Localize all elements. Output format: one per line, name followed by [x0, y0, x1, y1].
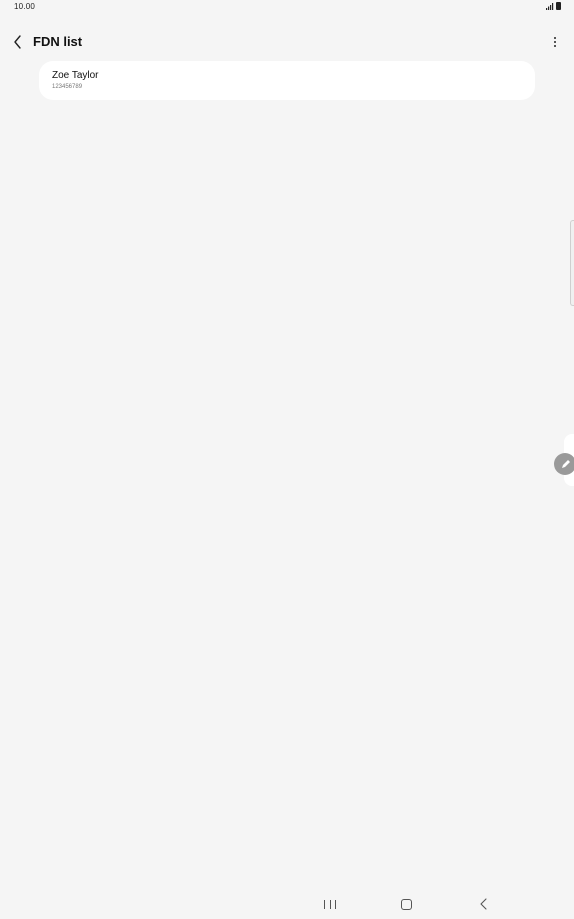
navigation-bar	[0, 891, 574, 919]
page-title: FDN list	[33, 34, 83, 49]
home-button[interactable]	[401, 899, 412, 910]
edge-panel-handle[interactable]	[570, 220, 574, 306]
more-vertical-icon-dot	[554, 37, 556, 39]
chevron-left-icon	[14, 35, 21, 49]
contact-name: Zoe Taylor	[52, 70, 99, 81]
more-vertical-icon-dot	[554, 41, 556, 43]
nav-back-button[interactable]	[478, 897, 490, 911]
recents-button[interactable]	[324, 898, 336, 910]
app-bar: FDN list	[0, 28, 574, 56]
fdn-list-screen: 10.00 FDN list Zoe Taylor 123456789	[0, 0, 574, 919]
signal-icon	[546, 3, 554, 10]
status-icons	[546, 2, 561, 10]
more-options-button[interactable]	[548, 33, 562, 51]
status-time: 10.00	[14, 2, 36, 11]
recents-icon-bar	[329, 900, 331, 909]
floating-pen-bubble[interactable]	[554, 453, 574, 475]
status-bar: 10.00	[0, 0, 574, 14]
contact-number: 123456789	[52, 84, 83, 90]
more-vertical-icon-dot	[554, 45, 556, 47]
pen-icon	[562, 460, 570, 468]
fdn-contact-item[interactable]: Zoe Taylor 123456789	[39, 61, 535, 100]
battery-icon	[556, 2, 561, 10]
recents-icon-bar	[324, 900, 325, 909]
back-button[interactable]	[8, 32, 28, 52]
recents-icon-bar	[335, 900, 336, 909]
fdn-contacts-card: Zoe Taylor 123456789	[39, 61, 535, 100]
